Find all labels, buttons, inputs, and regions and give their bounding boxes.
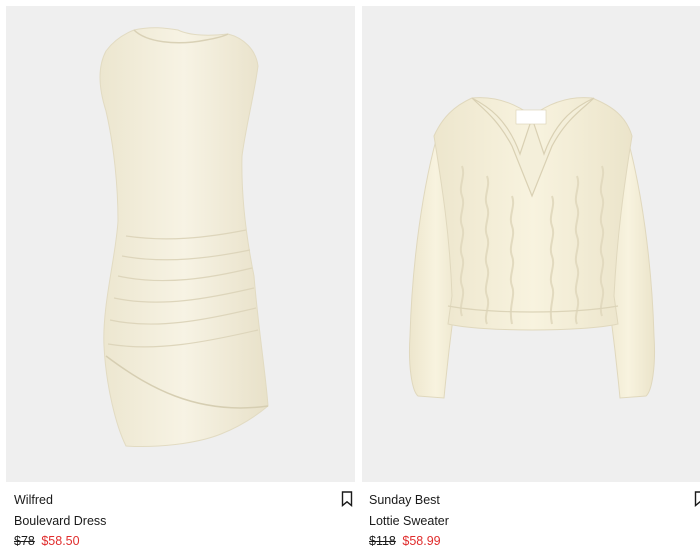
- bookmark-icon[interactable]: [694, 491, 700, 507]
- product-price: $78 $58.50: [6, 533, 355, 546]
- original-price: $78: [14, 534, 35, 546]
- sale-price: $58.50: [41, 534, 80, 546]
- product-name[interactable]: Lottie Sweater: [362, 513, 700, 529]
- product-brand[interactable]: Sunday Best: [362, 492, 700, 508]
- product-image[interactable]: [362, 6, 700, 482]
- product-grid: Wilfred Boulevard Dress $78 $58.50 Sunda…: [0, 0, 700, 546]
- product-card[interactable]: Sunday Best Lottie Sweater $118 $58.99: [362, 6, 700, 546]
- product-card[interactable]: Wilfred Boulevard Dress $78 $58.50: [6, 6, 355, 546]
- dress-illustration: [99, 27, 269, 447]
- product-brand[interactable]: Wilfred: [6, 492, 355, 508]
- product-name[interactable]: Boulevard Dress: [6, 513, 355, 529]
- sweater-illustration: [409, 97, 655, 399]
- sale-price: $58.99: [402, 534, 441, 546]
- original-price: $118: [369, 534, 396, 546]
- product-info: Wilfred Boulevard Dress $78 $58.50: [6, 482, 355, 546]
- product-price: $118 $58.99: [362, 533, 700, 546]
- product-image[interactable]: [6, 6, 355, 482]
- product-info: Sunday Best Lottie Sweater $118 $58.99: [362, 482, 700, 546]
- bookmark-icon[interactable]: [341, 491, 353, 507]
